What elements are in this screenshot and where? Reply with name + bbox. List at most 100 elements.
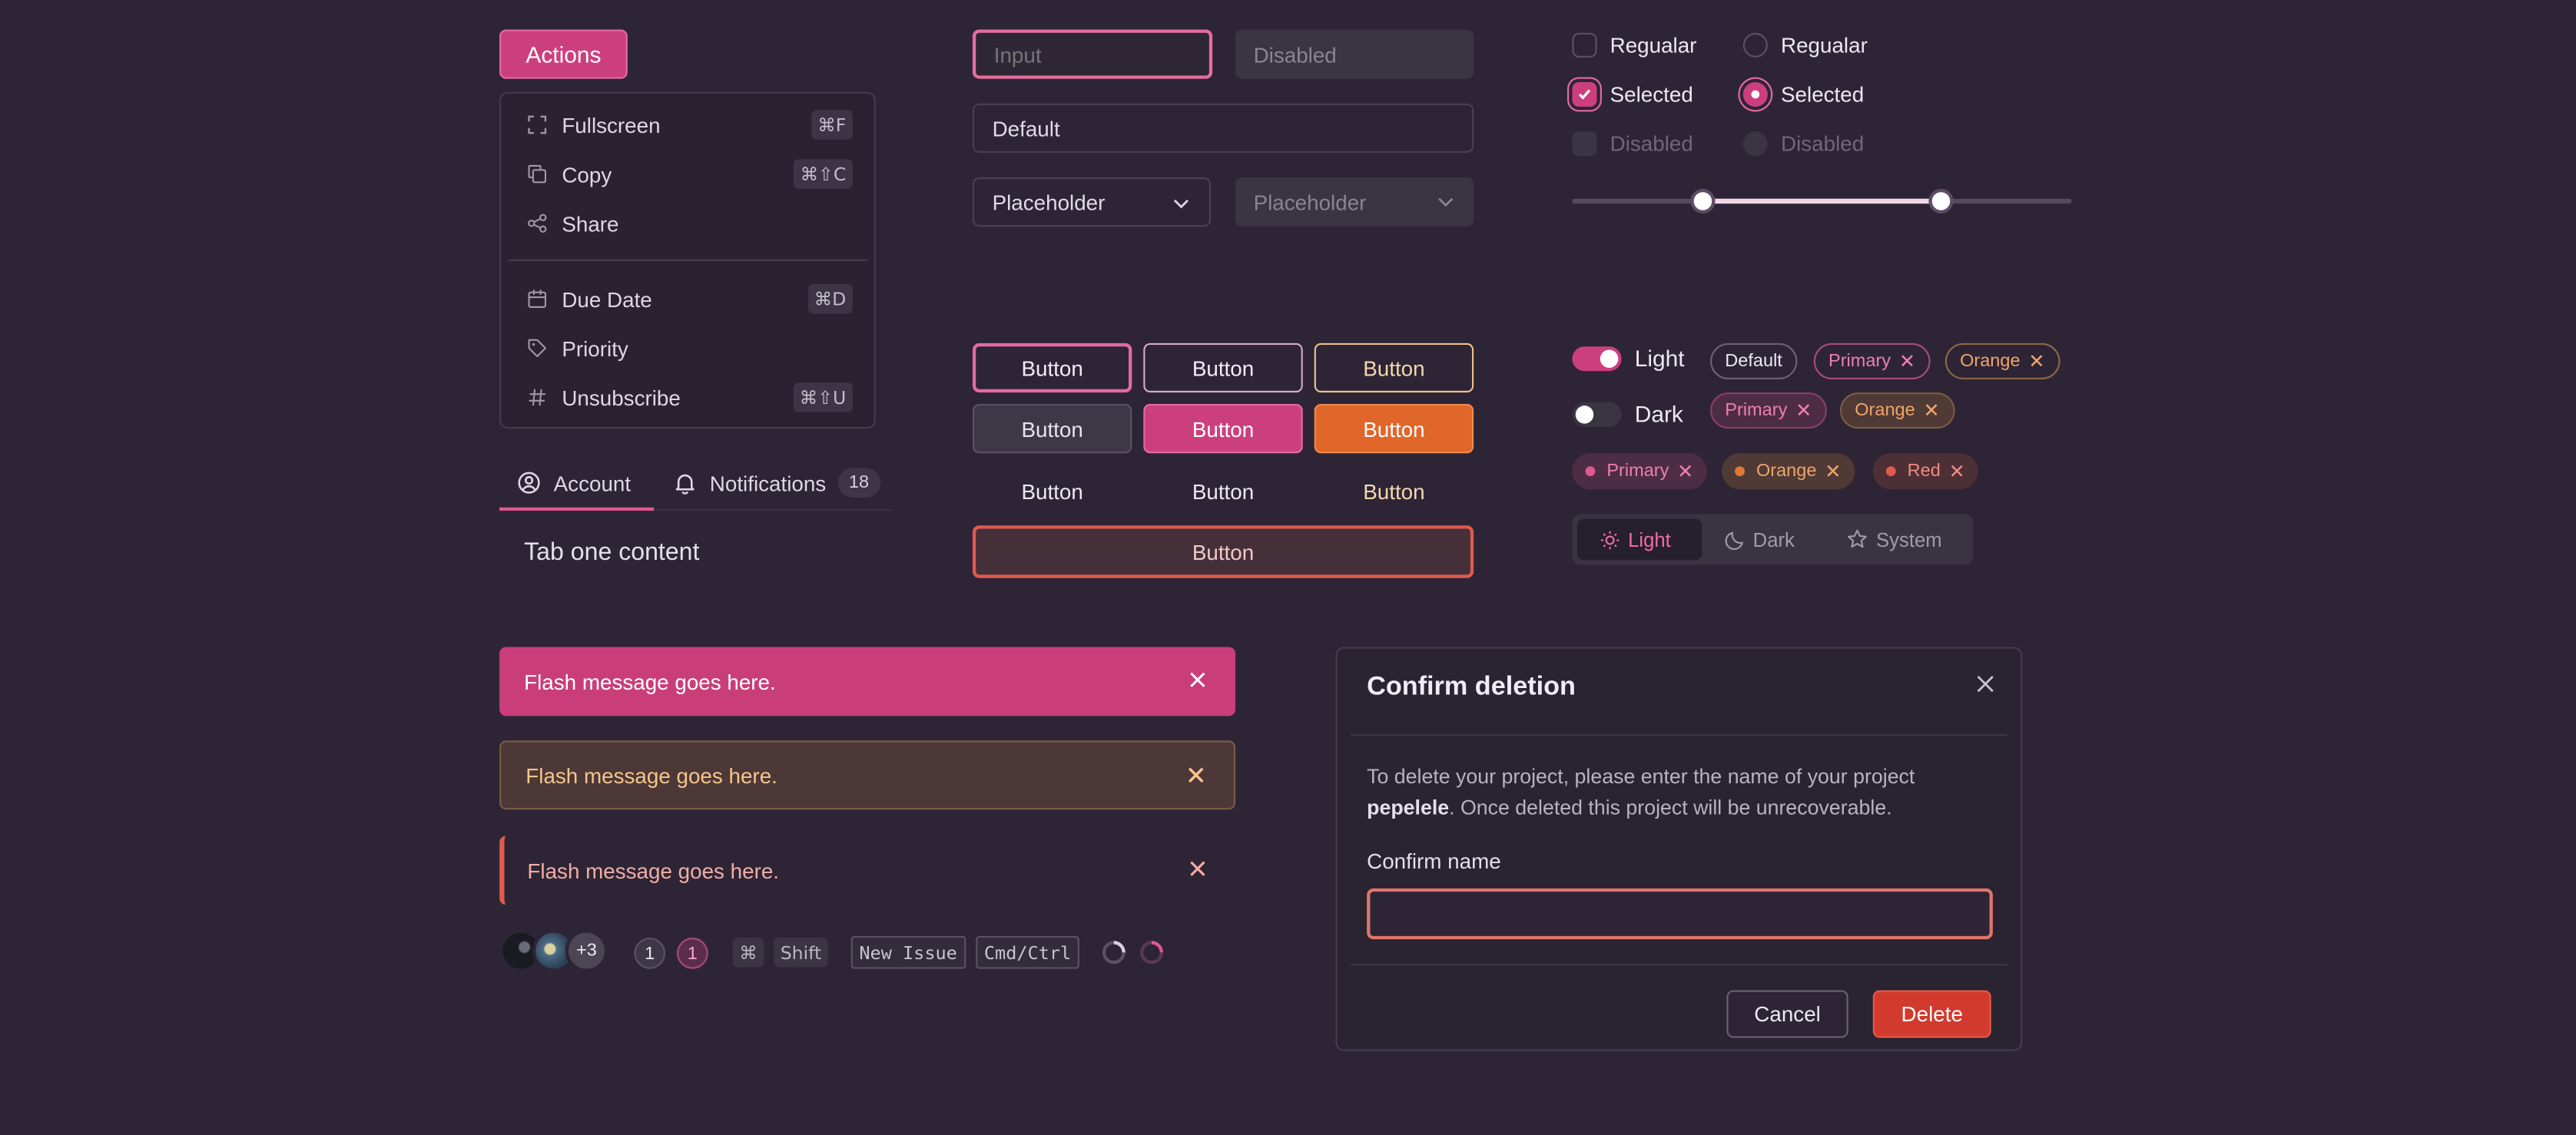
ghost-orange-button[interactable]: Button bbox=[1315, 466, 1474, 515]
status-dot bbox=[1585, 466, 1596, 477]
tab-label: Notifications bbox=[709, 470, 827, 495]
theme-option-label: Light bbox=[1628, 528, 1671, 551]
text-input[interactable] bbox=[972, 29, 1213, 79]
tag-label: Primary bbox=[1725, 400, 1788, 421]
bell-icon bbox=[675, 474, 695, 495]
secondary-button[interactable]: Button bbox=[972, 404, 1132, 454]
toggle-label: Light bbox=[1634, 345, 1685, 372]
close-icon[interactable]: ✕ bbox=[1795, 399, 1812, 422]
outline-orange-button[interactable]: Button bbox=[1314, 342, 1474, 393]
copy-icon bbox=[528, 164, 547, 184]
shortcut-badge: ⌘⇧U bbox=[793, 382, 853, 412]
primary-button[interactable]: Button bbox=[1143, 404, 1303, 454]
flash-text: Flash message goes here. bbox=[527, 858, 780, 883]
menu-item-share[interactable]: Share bbox=[501, 202, 877, 245]
tag-label: Default bbox=[1725, 351, 1782, 372]
actions-button[interactable]: Actions bbox=[499, 29, 628, 79]
theme-option-label: Dark bbox=[1752, 528, 1795, 551]
kbd-key: ⌘ bbox=[732, 938, 764, 968]
menu-item-unsubscribe[interactable]: Unsubscribe ⌘⇧U bbox=[501, 376, 877, 419]
theme-option-dark[interactable]: Dark bbox=[1725, 514, 1795, 564]
status-dot bbox=[1735, 466, 1745, 477]
confirm-name-label: Confirm name bbox=[1367, 849, 1501, 874]
toggle-dark[interactable] bbox=[1572, 402, 1622, 427]
radio-regular[interactable]: Regualar bbox=[1742, 28, 1868, 61]
close-icon[interactable]: ✕ bbox=[1949, 460, 1966, 483]
orange-button[interactable]: Button bbox=[1314, 404, 1474, 454]
ghost-button[interactable]: Button bbox=[973, 466, 1132, 515]
menu-item-label: Due Date bbox=[562, 286, 652, 312]
checkbox-disabled: Disabled bbox=[1572, 127, 1693, 160]
kbd-key: Shift bbox=[774, 938, 828, 968]
ghost-button[interactable]: Button bbox=[1143, 466, 1302, 515]
range-slider-fill bbox=[1702, 198, 1942, 204]
delete-button[interactable]: Delete bbox=[1872, 990, 1991, 1038]
default-input[interactable]: Default bbox=[972, 103, 1474, 153]
close-icon[interactable]: ✕ bbox=[1899, 349, 1916, 372]
checkbox-label: Disabled bbox=[1610, 131, 1693, 156]
counter-badge: 1 bbox=[634, 938, 666, 969]
tag-icon bbox=[528, 339, 547, 358]
radio-selected[interactable]: Selected bbox=[1742, 78, 1864, 111]
dialog-title: Confirm deletion bbox=[1367, 673, 1576, 702]
checkbox-label: Selected bbox=[1610, 81, 1693, 106]
tag-orange-dot: Orange ✕ bbox=[1722, 453, 1855, 490]
menu-item-copy[interactable]: Copy ⌘⇧C bbox=[501, 153, 877, 196]
tab-notifications[interactable]: Notifications 18 bbox=[674, 456, 880, 508]
user-circle-icon bbox=[518, 472, 540, 494]
cancel-button[interactable]: Cancel bbox=[1726, 990, 1848, 1038]
checkbox-box bbox=[1572, 81, 1597, 106]
tab-label: Account bbox=[553, 470, 632, 495]
close-icon[interactable]: ✕ bbox=[1677, 460, 1694, 483]
tag-orange: Orange ✕ bbox=[1944, 342, 2060, 379]
radio-label: Regualar bbox=[1781, 31, 1868, 57]
close-icon[interactable]: ✕ bbox=[1825, 460, 1842, 483]
toggle-light[interactable] bbox=[1572, 346, 1622, 372]
menu-item-fullscreen[interactable]: Fullscreen ⌘F bbox=[501, 104, 877, 147]
checkbox-box bbox=[1572, 131, 1597, 156]
tab-account[interactable]: Account bbox=[518, 456, 632, 508]
disabled-select: Placeholder bbox=[1235, 177, 1474, 227]
theme-option-system[interactable]: System bbox=[1847, 514, 1942, 564]
radio-circle bbox=[1742, 31, 1768, 57]
danger-button[interactable]: Button bbox=[972, 525, 1474, 578]
theme-option-light[interactable]: Light bbox=[1600, 514, 1671, 564]
close-icon[interactable]: ✕ bbox=[2028, 349, 2045, 372]
spinner-icon bbox=[1102, 941, 1126, 965]
outline-primary-button[interactable]: Button bbox=[972, 342, 1132, 393]
check-icon bbox=[1578, 88, 1591, 99]
close-icon[interactable] bbox=[1976, 675, 1994, 693]
close-icon[interactable] bbox=[1188, 670, 1208, 690]
status-dot bbox=[1885, 466, 1896, 477]
checkbox-regular[interactable]: Regualar bbox=[1572, 28, 1696, 61]
menu-item-label: Priority bbox=[562, 336, 628, 361]
tag-label: Orange bbox=[1960, 351, 2021, 372]
outline-default-button[interactable]: Button bbox=[1143, 342, 1303, 393]
select-value: Placeholder bbox=[1253, 189, 1367, 215]
menu-item-priority[interactable]: Priority bbox=[501, 327, 877, 370]
range-slider-thumb-low[interactable] bbox=[1689, 188, 1715, 213]
inline-code: Cmd/Ctrl bbox=[976, 935, 1079, 969]
radio-circle bbox=[1742, 81, 1768, 106]
shortcut-badge: ⌘⇧C bbox=[794, 159, 853, 189]
tag-label: Red bbox=[1907, 461, 1941, 481]
close-icon[interactable] bbox=[1186, 765, 1206, 785]
close-icon[interactable]: ✕ bbox=[1923, 399, 1940, 422]
avatar-overflow-count[interactable]: +3 bbox=[565, 929, 608, 972]
confirm-deletion-dialog: Confirm deletion To delete your project,… bbox=[1335, 647, 2023, 1051]
menu-item-label: Share bbox=[562, 210, 619, 236]
menu-item-due-date[interactable]: Due Date ⌘D bbox=[501, 277, 877, 320]
close-icon[interactable] bbox=[1188, 859, 1208, 879]
confirm-name-input[interactable] bbox=[1367, 888, 1993, 940]
flash-text: Flash message goes here. bbox=[525, 763, 777, 788]
share-icon bbox=[528, 213, 547, 233]
menu-item-label: Fullscreen bbox=[562, 112, 661, 137]
range-slider-thumb-high[interactable] bbox=[1929, 188, 1954, 213]
placeholder-select[interactable]: Placeholder bbox=[972, 177, 1211, 227]
radio-circle bbox=[1742, 131, 1768, 156]
flash-message-danger: Flash message goes here. bbox=[499, 836, 1236, 905]
flash-message-primary: Flash message goes here. bbox=[499, 647, 1236, 716]
checkbox-selected[interactable]: Selected bbox=[1572, 78, 1693, 111]
shortcut-badge: ⌘D bbox=[807, 283, 853, 314]
toggle-label: Dark bbox=[1634, 400, 1683, 427]
